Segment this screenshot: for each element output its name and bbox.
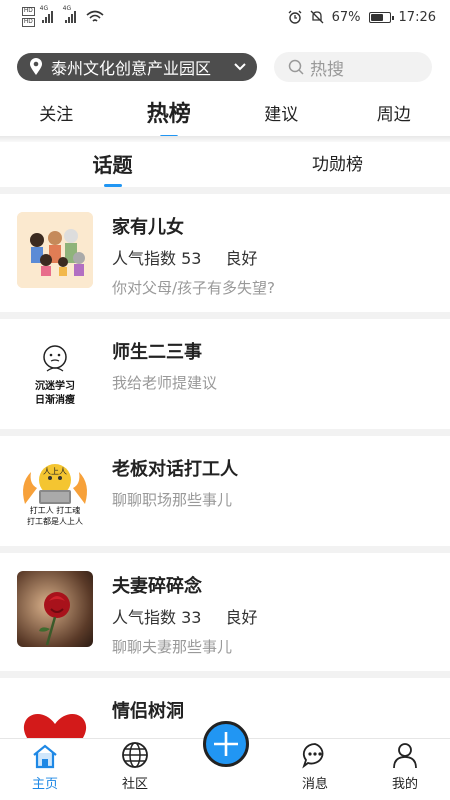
list-item[interactable]: 家有儿女 人气指数 53 良好 你对父母/孩子有多失望? (0, 194, 450, 312)
topic-title: 家有儿女 (112, 217, 184, 238)
nav-label: 消息 (301, 777, 328, 792)
list-item[interactable]: 人上人 打工人 打工魂 打工都是人上人 老板对话打工人 聊聊职场那些事儿 (0, 436, 450, 554)
hd-indicator: HD HD (22, 7, 35, 27)
globe-icon (122, 742, 148, 768)
tab-follow[interactable]: 关注 (0, 96, 113, 136)
clock: 17:26 (398, 9, 436, 25)
popularity-status: 良好 (225, 249, 258, 268)
alarm-icon (288, 10, 302, 24)
search-input[interactable]: 热搜 (274, 52, 432, 82)
divider (0, 429, 450, 436)
topic-title: 情侣树洞 (112, 701, 184, 722)
nav-community[interactable]: 社区 (90, 739, 180, 800)
thumb-caption: 日渐消瘦 (35, 395, 75, 406)
divider (0, 312, 450, 319)
topic-title: 老板对话打工人 (112, 459, 238, 480)
chat-bubble-icon (302, 743, 324, 769)
popularity-value: 人气指数 33 (112, 608, 202, 627)
rose-image (39, 592, 70, 646)
location-pin-icon (30, 58, 42, 75)
nav-label: 我的 (391, 777, 418, 792)
divider (0, 136, 450, 142)
popularity-index: 人气指数 33 良好 (112, 604, 257, 628)
battery-percent: 67% (331, 9, 361, 25)
family-illustration (17, 212, 93, 288)
topic-thumbnail: 人上人 打工人 打工魂 打工都是人上人 (17, 454, 93, 530)
chevron-down-icon (234, 63, 246, 71)
search-placeholder: 热搜 (310, 59, 344, 80)
divider (0, 187, 450, 194)
main-tabs: 关注 热榜 建议 周边 (0, 96, 450, 138)
add-post-button[interactable] (203, 721, 249, 767)
mute-bell-icon (310, 10, 324, 24)
top-bar: 泰州文化创意产业园区 热搜 (17, 52, 432, 82)
signal-icon-2: 4G (63, 5, 76, 23)
topic-description: 聊聊夫妻那些事儿 (112, 638, 233, 656)
list-item[interactable]: 沉迷学习 日渐消瘦 师生二三事 我给老师提建议 (0, 319, 450, 437)
battery-icon (368, 11, 394, 23)
topic-title: 师生二三事 (112, 342, 202, 363)
search-icon (288, 59, 304, 75)
topic-thumbnail (17, 571, 93, 647)
plus-icon (214, 732, 238, 756)
thumb-badge: 人上人 (43, 467, 67, 476)
nav-profile[interactable]: 我的 (360, 739, 450, 800)
thumb-caption: 打工都是人上人 (27, 517, 83, 526)
location-label: 泰州文化创意产业园区 (51, 59, 212, 78)
topic-thumbnail: 沉迷学习 日渐消瘦 (17, 337, 93, 413)
wifi-icon (86, 10, 104, 22)
location-selector[interactable]: 泰州文化创意产业园区 (17, 53, 257, 81)
home-icon (33, 744, 57, 769)
thumb-caption: 沉迷学习 (35, 381, 75, 392)
popularity-index: 人气指数 53 良好 (112, 245, 257, 269)
status-bar: HD HD 4G 4G 67% 17:26 (0, 0, 450, 34)
tab-suggestions[interactable]: 建议 (225, 96, 338, 136)
nav-label: 社区 (121, 777, 148, 792)
topic-title: 夫妻碎碎念 (112, 576, 202, 597)
tab-nearby[interactable]: 周边 (338, 96, 450, 136)
bottom-nav: 主页 社区 消息 我的 (0, 721, 450, 800)
list-item[interactable]: 夫妻碎碎念 人气指数 33 良好 聊聊夫妻那些事儿 (0, 553, 450, 671)
nav-messages[interactable]: 消息 (270, 739, 360, 800)
divider (0, 546, 450, 553)
topic-description: 你对父母/孩子有多失望? (112, 279, 276, 297)
divider (0, 671, 450, 678)
tab-merit-list[interactable]: 功勋榜 (225, 144, 450, 186)
user-icon (393, 743, 417, 769)
sub-tabs: 话题 功勋榜 (0, 144, 450, 187)
nav-label: 主页 (31, 777, 58, 792)
popularity-value: 人气指数 53 (112, 249, 202, 268)
topic-description: 我给老师提建议 (112, 374, 218, 392)
tab-topics[interactable]: 话题 (0, 144, 225, 187)
popularity-status: 良好 (225, 608, 258, 627)
nav-home[interactable]: 主页 (0, 739, 90, 800)
thumb-caption: 打工人 打工魂 (29, 506, 81, 515)
topic-description: 聊聊职场那些事儿 (112, 491, 233, 509)
topic-thumbnail (17, 212, 93, 288)
tab-hot-list[interactable]: 热榜 (113, 96, 226, 138)
signal-icon: 4G (40, 5, 53, 23)
